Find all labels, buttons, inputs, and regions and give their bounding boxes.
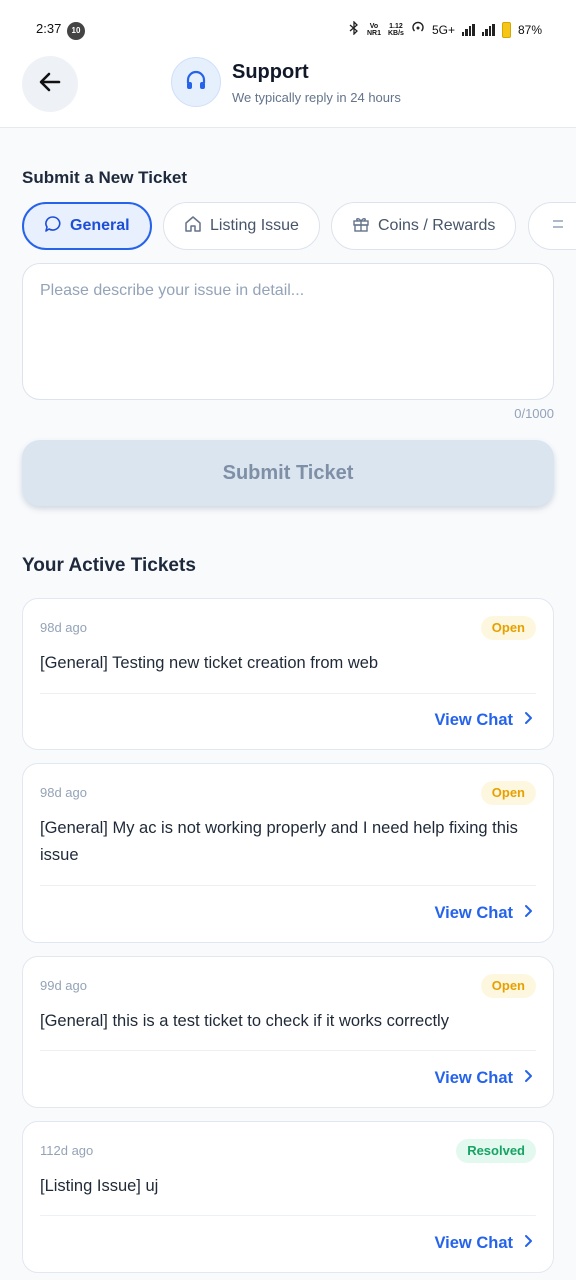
status-badge: Open xyxy=(480,974,536,998)
network-type: 5G+ xyxy=(431,22,455,37)
card-divider xyxy=(40,885,536,886)
app-header: Support We typically reply in 24 hours xyxy=(0,56,576,128)
chip-label: General xyxy=(70,217,130,234)
card-divider xyxy=(40,693,536,694)
category-chip-coins-rewards[interactable]: Coins / Rewards xyxy=(331,202,517,250)
ticket-title: [General] My ac is not working properly … xyxy=(40,819,518,864)
arrow-left-icon xyxy=(37,69,63,100)
issue-description-box xyxy=(22,263,554,400)
view-chat-label: View Chat xyxy=(434,1069,513,1087)
gift-icon xyxy=(352,215,370,238)
view-chat-label: View Chat xyxy=(434,904,513,922)
ticket-title: [General] this is a test ticket to check… xyxy=(40,1012,449,1030)
status-badge: Open xyxy=(480,781,536,805)
ticket-time: 98d ago xyxy=(40,785,87,800)
issue-description-input[interactable] xyxy=(40,282,536,381)
chip-label: Coins / Rewards xyxy=(378,217,496,234)
volte-indicator: Vo NR1 xyxy=(366,22,381,37)
view-chat-button[interactable]: View Chat xyxy=(434,711,533,730)
notification-badge: 10 xyxy=(67,22,85,40)
battery-icon xyxy=(501,21,511,38)
hotspot-icon xyxy=(411,21,425,38)
back-button[interactable] xyxy=(22,56,78,112)
more-icon xyxy=(549,215,567,238)
status-bar: 2:37 10 Vo NR1 1.12 KB/s 5G+ 87% xyxy=(0,0,576,60)
view-chat-button[interactable]: View Chat xyxy=(434,1234,533,1253)
ticket-time: 99d ago xyxy=(40,978,87,993)
card-divider xyxy=(40,1215,536,1216)
battery-level: 87% xyxy=(517,22,542,37)
card-divider xyxy=(40,1050,536,1051)
category-chip-listing-issue[interactable]: Listing Issue xyxy=(163,202,320,250)
ticket-title: [Listing Issue] uj xyxy=(40,1177,159,1195)
active-tickets-heading: Your Active Tickets xyxy=(22,555,196,576)
chip-label: Listing Issue xyxy=(210,217,299,234)
category-chip-general[interactable]: General xyxy=(22,202,152,250)
ticket-card[interactable]: 98d ago Open [General] My ac is not work… xyxy=(22,763,554,943)
ticket-time: 98d ago xyxy=(40,620,87,635)
signal-icon-1 xyxy=(461,23,475,36)
category-chip-more[interactable] xyxy=(528,202,576,250)
chevron-right-icon xyxy=(523,1069,533,1088)
chevron-right-icon xyxy=(523,1234,533,1253)
view-chat-button[interactable]: View Chat xyxy=(434,904,533,923)
chat-bubble-icon xyxy=(44,215,62,238)
view-chat-label: View Chat xyxy=(434,1234,513,1252)
ticket-card[interactable]: 112d ago Resolved [Listing Issue] uj Vie… xyxy=(22,1121,554,1273)
ticket-card[interactable]: 99d ago Open [General] this is a test ti… xyxy=(22,956,554,1108)
view-chat-label: View Chat xyxy=(434,711,513,729)
bluetooth-icon xyxy=(348,20,360,38)
page-subtitle: We typically reply in 24 hours xyxy=(232,90,401,105)
page-title: Support xyxy=(232,61,309,83)
ticket-time: 112d ago xyxy=(40,1143,94,1158)
ticket-title: [General] Testing new ticket creation fr… xyxy=(40,654,379,672)
ticket-card[interactable]: 98d ago Open [General] Testing new ticke… xyxy=(22,598,554,750)
category-chips: General Listing Issue Coins / Rewards xyxy=(22,202,576,252)
home-icon xyxy=(184,215,202,238)
network-speed: 1.12 KB/s xyxy=(388,22,404,37)
chevron-right-icon xyxy=(523,711,533,730)
status-time: 2:37 xyxy=(36,21,62,36)
signal-icon-2 xyxy=(481,23,495,36)
chevron-right-icon xyxy=(523,904,533,923)
status-badge: Open xyxy=(480,616,536,640)
new-ticket-heading: Submit a New Ticket xyxy=(22,168,188,187)
support-avatar xyxy=(171,57,221,107)
character-counter: 0/1000 xyxy=(514,406,554,421)
status-badge: Resolved xyxy=(456,1139,536,1163)
view-chat-button[interactable]: View Chat xyxy=(434,1069,533,1088)
submit-ticket-button[interactable]: Submit Ticket xyxy=(22,440,554,506)
headphones-icon xyxy=(184,68,208,97)
status-icons: Vo NR1 1.12 KB/s 5G+ 87% xyxy=(348,20,542,38)
